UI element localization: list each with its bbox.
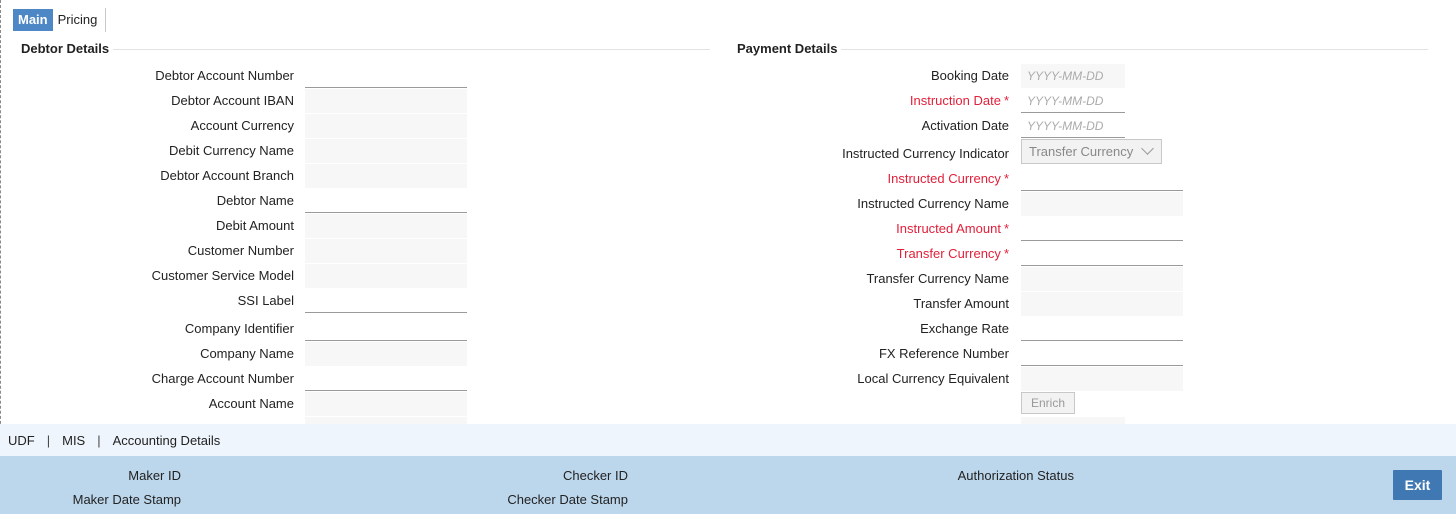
main-content[interactable]: Main Pricing Debtor Details Payment Deta… bbox=[0, 0, 1456, 424]
ssi-label-label: SSI Label bbox=[237, 293, 294, 308]
account-currency-label: Account Currency bbox=[190, 118, 294, 133]
customer-service-model-field[interactable] bbox=[305, 264, 467, 288]
local-currency-equivalent-label-text: Local Currency Equivalent bbox=[857, 371, 1009, 386]
debtor-details-rule bbox=[113, 49, 710, 50]
debit-amount-label: Debit Amount bbox=[215, 218, 294, 233]
debtor-next-field-partial[interactable] bbox=[305, 417, 467, 424]
transfer-currency-name-field[interactable] bbox=[1021, 267, 1183, 291]
debit-currency-name-label: Debit Currency Name bbox=[169, 143, 294, 158]
chevron-down-icon bbox=[1141, 142, 1154, 155]
instructed-amount-label-text: Instructed Amount bbox=[896, 221, 1001, 236]
charge-account-number-field[interactable] bbox=[305, 367, 467, 391]
mis-link[interactable]: MIS bbox=[62, 433, 85, 448]
instructed-amount-label: Instructed Amount * bbox=[896, 221, 1009, 236]
checker-date-stamp-label: Checker Date Stamp bbox=[507, 492, 628, 507]
booking-date-field[interactable]: YYYY-MM-DD bbox=[1021, 64, 1125, 88]
instructed-currency-name-label: Instructed Currency Name bbox=[857, 196, 1009, 211]
instruction-date-label: Instruction Date * bbox=[910, 93, 1009, 108]
instructed-currency-indicator-label: Instructed Currency Indicator bbox=[842, 146, 1009, 161]
account-name-label: Account Name bbox=[208, 396, 294, 411]
company-identifier-field[interactable] bbox=[305, 317, 467, 341]
instructed-currency-name-label-text: Instructed Currency Name bbox=[857, 196, 1009, 211]
company-identifier-label: Company Identifier bbox=[184, 321, 294, 336]
instructed-amount-field[interactable] bbox=[1021, 217, 1183, 241]
debtor-name-label: Debtor Name bbox=[216, 193, 294, 208]
required-asterisk: * bbox=[1003, 171, 1009, 186]
transfer-amount-label-text: Transfer Amount bbox=[913, 296, 1009, 311]
tab-main[interactable]: Main bbox=[13, 9, 53, 31]
sub-screen-link-bar: UDF | MIS | Accounting Details bbox=[0, 424, 1456, 456]
instructed-currency-name-field[interactable] bbox=[1021, 192, 1183, 216]
transfer-currency-name-label: Transfer Currency Name bbox=[866, 271, 1009, 286]
link-separator: | bbox=[46, 433, 51, 448]
exchange-rate-label-text: Exchange Rate bbox=[920, 321, 1009, 336]
fx-reference-number-field[interactable] bbox=[1021, 342, 1183, 366]
debtor-account-number-field[interactable] bbox=[305, 64, 467, 88]
debit-amount-field[interactable] bbox=[305, 214, 467, 238]
debtor-account-number-label: Debtor Account Number bbox=[155, 68, 294, 83]
charge-account-number-label: Charge Account Number bbox=[151, 371, 294, 386]
booking-date-label: Booking Date bbox=[931, 68, 1009, 83]
payment-details-rule bbox=[841, 49, 1428, 50]
booking-date-label-text: Booking Date bbox=[930, 68, 1009, 83]
instructed-currency-indicator-select[interactable]: Transfer Currency bbox=[1021, 139, 1162, 164]
checker-id-label: Checker ID bbox=[562, 468, 628, 483]
transfer-currency-label: Transfer Currency * bbox=[897, 246, 1009, 261]
customer-service-model-label: Customer Service Model bbox=[151, 268, 294, 283]
fx-reference-number-label-text: FX Reference Number bbox=[878, 346, 1009, 361]
account-currency-field[interactable] bbox=[305, 114, 467, 138]
transfer-currency-name-label-text: Transfer Currency Name bbox=[866, 271, 1009, 286]
tab-bar: Main Pricing bbox=[13, 9, 102, 31]
activation-date-label: Activation Date bbox=[922, 118, 1009, 133]
instructed-currency-indicator-label-text: Instructed Currency Indicator bbox=[842, 146, 1009, 161]
debtor-account-branch-field[interactable] bbox=[305, 164, 467, 188]
payment-next-field-partial[interactable] bbox=[1021, 417, 1125, 424]
exchange-rate-label: Exchange Rate bbox=[920, 321, 1009, 336]
customer-number-field[interactable] bbox=[305, 239, 467, 263]
account-name-field[interactable] bbox=[305, 392, 467, 416]
required-asterisk: * bbox=[1003, 93, 1009, 108]
instruction-date-label-text: Instruction Date bbox=[909, 93, 1001, 108]
activation-date-label-text: Activation Date bbox=[921, 118, 1009, 133]
transfer-amount-label: Transfer Amount bbox=[913, 296, 1009, 311]
link-separator: | bbox=[97, 433, 101, 448]
required-asterisk: * bbox=[1003, 246, 1009, 261]
maker-id-label: Maker ID bbox=[128, 468, 181, 483]
exit-button[interactable]: Exit bbox=[1393, 470, 1442, 500]
debtor-details-title: Debtor Details bbox=[21, 41, 110, 56]
maker-date-stamp-label: Maker Date Stamp bbox=[72, 492, 181, 507]
instructed-currency-label-text: Instructed Currency bbox=[887, 171, 1001, 186]
instructed-currency-indicator-value: Transfer Currency bbox=[1029, 144, 1134, 159]
debit-currency-name-field[interactable] bbox=[305, 139, 467, 163]
instructed-currency-label: Instructed Currency * bbox=[888, 171, 1010, 186]
enrich-button[interactable]: Enrich bbox=[1021, 392, 1075, 414]
sub-screen-links: UDF | MIS | Accounting Details bbox=[8, 433, 220, 448]
ssi-label-field[interactable] bbox=[305, 289, 467, 313]
authorization-status-label: Authorization Status bbox=[957, 468, 1074, 483]
audit-footer: Maker ID Maker Date Stamp Checker ID Che… bbox=[0, 456, 1456, 514]
exchange-rate-field[interactable] bbox=[1021, 317, 1183, 341]
local-currency-equivalent-field[interactable] bbox=[1021, 367, 1183, 391]
company-name-field[interactable] bbox=[305, 342, 467, 366]
company-name-label: Company Name bbox=[200, 346, 294, 361]
instructed-currency-field[interactable] bbox=[1021, 167, 1183, 191]
required-asterisk: * bbox=[1003, 221, 1009, 236]
fx-reference-number-label: FX Reference Number bbox=[879, 346, 1009, 361]
local-currency-equivalent-label: Local Currency Equivalent bbox=[857, 371, 1009, 386]
transfer-currency-label-text: Transfer Currency bbox=[896, 246, 1001, 261]
debtor-name-field[interactable] bbox=[305, 189, 467, 213]
transfer-amount-field[interactable] bbox=[1021, 292, 1183, 316]
accounting-details-link[interactable]: Accounting Details bbox=[113, 433, 221, 448]
transfer-currency-field[interactable] bbox=[1021, 242, 1183, 266]
payment-details-title: Payment Details bbox=[737, 41, 838, 56]
tab-pricing[interactable]: Pricing bbox=[53, 9, 103, 31]
debtor-account-branch-label: Debtor Account Branch bbox=[160, 168, 294, 183]
debtor-account-iban-field[interactable] bbox=[305, 89, 467, 113]
tab-divider bbox=[105, 8, 106, 32]
customer-number-label: Customer Number bbox=[187, 243, 294, 258]
debtor-account-iban-label: Debtor Account IBAN bbox=[171, 93, 294, 108]
activation-date-field[interactable]: YYYY-MM-DD bbox=[1021, 114, 1125, 138]
udf-link[interactable]: UDF bbox=[8, 433, 35, 448]
instruction-date-field[interactable]: YYYY-MM-DD bbox=[1021, 89, 1125, 113]
